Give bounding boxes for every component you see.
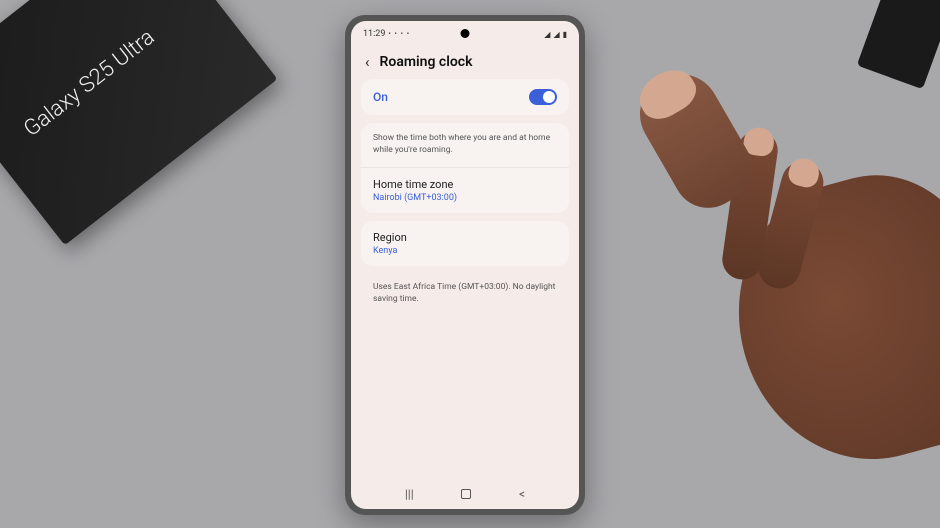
wifi-icon: ◢ [553, 30, 559, 39]
home-timezone-label: Home time zone [373, 178, 557, 191]
home-timezone-row[interactable]: Home time zone Nairobi (GMT+03:00) [361, 167, 569, 213]
region-value: Kenya [373, 246, 557, 256]
phone-screen: 11:29 • • • • ◢ ◢ ▮ ‹ Roaming clock On [351, 21, 579, 509]
region-row[interactable]: Region Kenya [361, 221, 569, 266]
toggle-card: On [361, 79, 569, 115]
recents-button[interactable]: ||| [405, 487, 414, 501]
back-button[interactable]: < [519, 487, 525, 501]
home-button[interactable] [461, 489, 471, 499]
home-timezone-value: Nairobi (GMT+03:00) [373, 193, 557, 203]
product-box [0, 0, 278, 245]
status-time: 11:29 [363, 29, 385, 39]
navigation-bar: ||| < [351, 487, 579, 501]
description-row: Show the time both where you are and at … [361, 123, 569, 167]
content-area: On Show the time both where you are and … [351, 79, 579, 314]
roaming-clock-toggle[interactable] [529, 89, 557, 105]
toggle-row: On [361, 79, 569, 115]
background-object [857, 0, 940, 89]
back-arrow-icon[interactable]: ‹ [365, 53, 370, 71]
signal-icon: ◢ [544, 30, 550, 39]
notification-dots: • • • • [388, 30, 410, 38]
toggle-label: On [373, 90, 388, 104]
status-left: 11:29 • • • • [363, 29, 410, 39]
phone-device: 11:29 • • • • ◢ ◢ ▮ ‹ Roaming clock On [345, 15, 585, 515]
camera-notch [461, 29, 470, 38]
footer-note: Uses East Africa Time (GMT+03:00). No da… [361, 274, 569, 314]
page-title: Roaming clock [380, 54, 473, 70]
description-text: Show the time both where you are and at … [373, 133, 557, 157]
region-label: Region [373, 231, 557, 244]
status-right: ◢ ◢ ▮ [544, 30, 567, 39]
battery-icon: ▮ [563, 30, 567, 39]
hand [590, 40, 940, 520]
region-card: Region Kenya [361, 221, 569, 266]
settings-card: Show the time both where you are and at … [361, 123, 569, 213]
page-header: ‹ Roaming clock [351, 43, 579, 79]
